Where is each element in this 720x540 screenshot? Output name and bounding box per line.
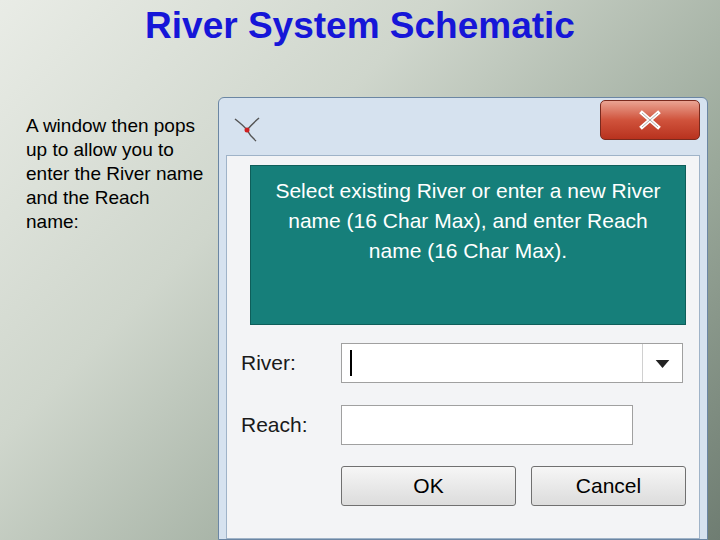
button-row: OK Cancel	[241, 463, 699, 506]
river-dropdown[interactable]	[341, 343, 683, 383]
field-label: Reach:	[241, 409, 341, 441]
app-icon	[232, 114, 262, 144]
slide: River System SchematicA window then pops…	[0, 0, 720, 540]
dialog-window: Select existing River or enter a new Riv…	[218, 97, 708, 540]
field-label: River:	[241, 347, 341, 379]
slide-title: River System Schematic	[0, 0, 720, 50]
dropdown-arrow-icon[interactable]	[642, 344, 682, 382]
close-button[interactable]	[600, 100, 700, 140]
dialog-body: Select existing River or enter a new Riv…	[226, 155, 700, 539]
cancel-button[interactable]: Cancel	[531, 466, 686, 506]
ok-button[interactable]: OK	[341, 466, 516, 506]
title-bar	[226, 98, 700, 155]
text-caret	[350, 350, 352, 376]
field-row: River:	[241, 343, 699, 383]
slide-body: A window then pops up to allow you to en…	[0, 50, 208, 540]
reach-input[interactable]	[341, 405, 633, 445]
message-box: Select existing River or enter a new Riv…	[250, 165, 686, 325]
close-icon[interactable]	[637, 110, 663, 130]
field-row: Reach:	[241, 405, 699, 445]
